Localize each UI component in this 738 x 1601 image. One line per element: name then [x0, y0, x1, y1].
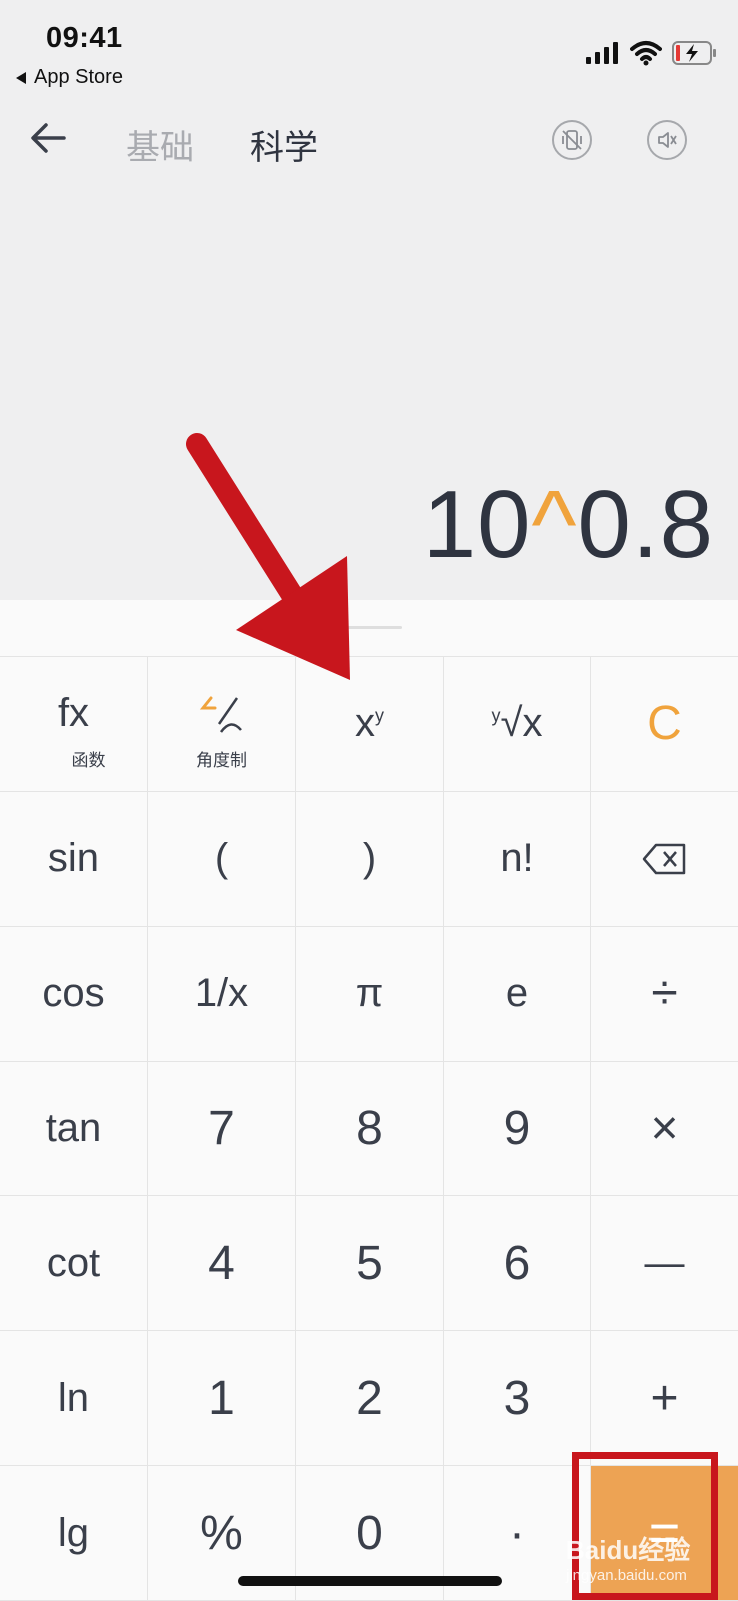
expression-display: 10^0.8 [423, 470, 714, 580]
digit-9-key[interactable]: 9 [444, 1061, 591, 1197]
watermark: Baidu经验 jingyan.baidu.com [566, 1530, 690, 1584]
keypad-drag-handle[interactable] [344, 626, 402, 629]
sound-muted-icon [658, 132, 677, 148]
reciprocal-key[interactable]: 1/x [148, 926, 296, 1062]
cot-key[interactable]: cot [0, 1196, 148, 1332]
sound-toggle-button[interactable] [647, 120, 687, 160]
tab-basic[interactable]: 基础 [126, 120, 194, 169]
digit-2-key[interactable]: 2 [296, 1331, 444, 1467]
back-to-app-link[interactable]: App Store [16, 66, 123, 89]
calculator-header: 基础 科学 [0, 100, 738, 180]
power-key[interactable]: xy [296, 657, 444, 792]
clear-key[interactable]: C [591, 657, 738, 792]
power-key-label: xy [355, 701, 384, 746]
display-base: 10 [422, 471, 532, 578]
digit-4-key[interactable]: 4 [148, 1196, 296, 1332]
digit-6-key[interactable]: 6 [444, 1196, 591, 1332]
lg-key[interactable]: lg [0, 1466, 148, 1601]
digit-7-key[interactable]: 7 [148, 1061, 296, 1197]
sin-key[interactable]: sin [0, 791, 148, 927]
angle-icon [199, 696, 242, 733]
digit-8-key[interactable]: 8 [296, 1061, 444, 1197]
watermark-url: jingyan.baidu.com [566, 1567, 687, 1584]
ln-key[interactable]: ln [0, 1331, 148, 1467]
minus-key[interactable]: — [591, 1196, 738, 1332]
plus-key[interactable]: + [591, 1331, 738, 1467]
back-triangle-icon [16, 71, 26, 84]
back-app-label: App Store [34, 66, 123, 88]
left-paren-key[interactable]: ( [148, 791, 296, 927]
function-key[interactable]: fx 函数 [0, 657, 148, 792]
status-time: 09:41 [46, 22, 123, 54]
battery-charging-icon [672, 41, 716, 65]
digit-5-key[interactable]: 5 [296, 1196, 444, 1332]
divide-key[interactable]: ÷ [591, 927, 738, 1062]
backspace-key[interactable] [591, 792, 738, 927]
factorial-key[interactable]: n! [444, 791, 591, 927]
euler-key[interactable]: e [444, 926, 591, 1062]
home-indicator[interactable] [238, 1576, 502, 1586]
right-paren-key[interactable]: ) [296, 791, 444, 927]
cellular-signal-icon [586, 42, 618, 64]
power-base: x [355, 701, 375, 746]
display-exponent: 0.8 [577, 471, 714, 578]
status-bar: 09:41 App Store [0, 0, 738, 100]
vibration-off-icon [562, 130, 582, 150]
root-key[interactable]: y√x [444, 657, 591, 792]
function-key-label: fx [57, 691, 90, 736]
function-key-sublabel: 函数 [71, 750, 106, 771]
watermark-brand: Baidu经验 [566, 1535, 691, 1565]
tan-key[interactable]: tan [0, 1061, 148, 1197]
cos-key[interactable]: cos [0, 926, 148, 1062]
root-index: y [491, 706, 501, 727]
keypad: fx 函数 角度制 xy y√x C sin ( ) n! cos 1/x π … [0, 600, 738, 1601]
root-key-label: y√x [492, 701, 543, 746]
root-body: √x [500, 701, 543, 746]
display-operator: ^ [531, 471, 578, 578]
backspace-icon [642, 843, 685, 875]
power-exponent: y [375, 706, 384, 727]
pi-key[interactable]: π [296, 926, 444, 1062]
multiply-key[interactable]: × [591, 1062, 738, 1197]
back-arrow-icon[interactable] [28, 118, 68, 158]
vibration-toggle-button[interactable] [552, 120, 592, 160]
tab-scientific[interactable]: 科学 [250, 120, 318, 169]
wifi-icon [630, 41, 662, 66]
digit-1-key[interactable]: 1 [148, 1331, 296, 1467]
angle-mode-key[interactable]: 角度制 [148, 657, 296, 792]
angle-mode-sublabel: 角度制 [196, 750, 247, 771]
digit-3-key[interactable]: 3 [444, 1331, 591, 1467]
